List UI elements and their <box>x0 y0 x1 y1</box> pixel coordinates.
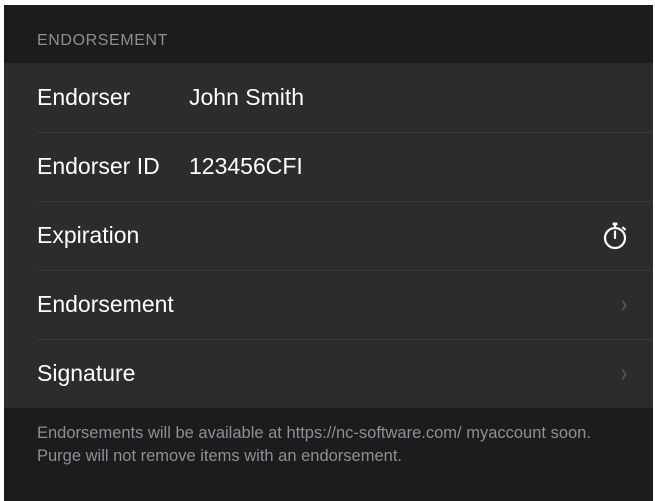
endorsement-label: Endorsement <box>37 291 174 317</box>
stopwatch-icon[interactable] <box>601 221 629 251</box>
endorser-id-label: Endorser ID <box>37 153 160 179</box>
endorser-value[interactable]: John Smith <box>189 63 304 132</box>
endorsement-panel: ENDORSEMENT Endorser John Smith Endorser… <box>4 5 653 501</box>
endorser-id-value[interactable]: 123456CFI <box>189 132 303 201</box>
signature-label: Signature <box>37 360 136 386</box>
expiration-row[interactable]: Expiration <box>4 201 653 270</box>
endorser-id-row[interactable]: Endorser ID 123456CFI <box>4 132 653 201</box>
endorser-row[interactable]: Endorser John Smith <box>4 63 653 132</box>
section-footer: Endorsements will be available at https:… <box>4 408 653 501</box>
endorsement-list: Endorser John Smith Endorser ID 123456CF… <box>4 63 653 408</box>
section-header: ENDORSEMENT <box>4 5 653 63</box>
endorsement-disclosure: › <box>619 270 629 339</box>
signature-disclosure: › <box>619 339 629 408</box>
endorsement-row[interactable]: Endorsement › <box>4 270 653 339</box>
expiration-picker[interactable] <box>601 201 629 270</box>
signature-row[interactable]: Signature › <box>4 339 653 408</box>
endorser-label: Endorser <box>37 84 131 110</box>
section-header-label: ENDORSEMENT <box>37 32 169 49</box>
chevron-right-icon: › <box>620 289 628 320</box>
footer-note: Endorsements will be available at https:… <box>37 424 591 465</box>
expiration-label: Expiration <box>37 222 140 248</box>
chevron-right-icon: › <box>620 358 628 389</box>
